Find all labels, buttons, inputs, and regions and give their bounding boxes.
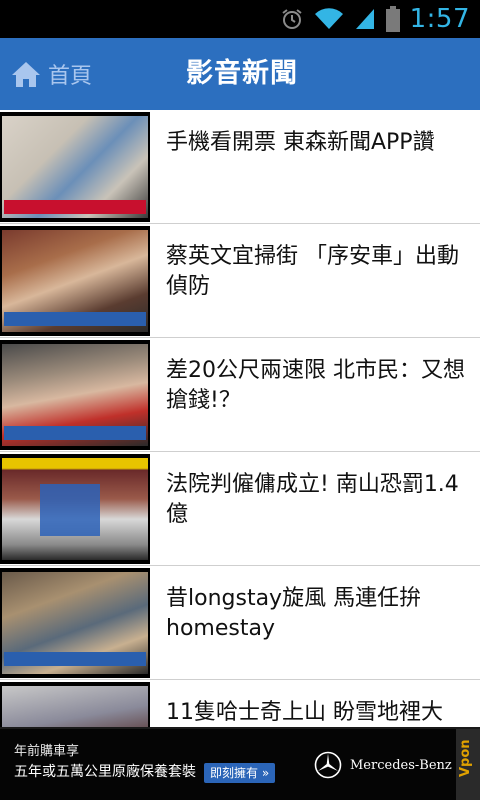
news-item[interactable]: 差20公尺兩速限 北市民：又想搶錢!？ — [0, 338, 480, 452]
battery-icon — [385, 6, 400, 32]
news-item[interactable]: 法院判僱傭成立! 南山恐罰1.4億 — [0, 452, 480, 566]
wifi-icon — [314, 8, 343, 30]
ad-headline: 年前購車享 — [14, 744, 80, 759]
news-title: 法院判僱傭成立! 南山恐罰1.4億 — [166, 472, 459, 527]
ad-copy: 年前購車享 五年或五萬公里原廠保養套裝 — [14, 743, 196, 783]
status-bar: 1:57 — [0, 0, 480, 38]
news-title: 手機看開票 東森新聞APP讚 — [166, 130, 435, 155]
signal-icon — [355, 9, 374, 29]
news-thumbnail — [0, 340, 150, 450]
home-label: 首頁 — [48, 64, 93, 89]
ad-offer: 五年或五萬公里原廠保養套裝 — [14, 764, 196, 780]
ad-cta-button[interactable]: 即刻擁有 » — [204, 763, 276, 783]
ad-network-label: Vpon — [458, 739, 473, 777]
news-thumbnail — [0, 568, 150, 678]
ad-banner[interactable]: 年前購車享 五年或五萬公里原廠保養套裝 即刻擁有 » Mercedes-Benz… — [0, 727, 480, 800]
news-thumbnail — [0, 682, 150, 727]
news-item[interactable]: 昔longstay旋風 馬連任拚homestay — [0, 566, 480, 680]
news-thumbnail — [0, 112, 150, 222]
news-item[interactable]: 蔡英文宜掃街 「序安車」出動偵防 — [0, 224, 480, 338]
news-title: 11隻哈士奇上山 盼雪地裡大 — [166, 700, 443, 725]
news-thumbnail — [0, 226, 150, 336]
news-title: 差20公尺兩速限 北市民：又想搶錢!？ — [166, 358, 465, 413]
news-item[interactable]: 11隻哈士奇上山 盼雪地裡大 — [0, 680, 480, 727]
mercedes-star-icon — [314, 751, 342, 779]
news-item[interactable]: 手機看開票 東森新聞APP讚 — [0, 110, 480, 224]
ad-brand: Mercedes-Benz — [314, 751, 452, 779]
home-button[interactable]: 首頁 — [10, 38, 92, 110]
ad-brand-name: Mercedes-Benz — [350, 757, 452, 773]
ad-network-tag: Vpon — [456, 729, 480, 800]
news-title: 蔡英文宜掃街 「序安車」出動偵防 — [166, 244, 459, 299]
alarm-icon — [282, 9, 302, 29]
news-list[interactable]: 手機看開票 東森新聞APP讚 蔡英文宜掃街 「序安車」出動偵防 差20公尺兩速限… — [0, 110, 480, 727]
page-title: 影音新聞 — [186, 58, 298, 89]
news-thumbnail — [0, 454, 150, 564]
home-icon — [12, 62, 40, 87]
news-title: 昔longstay旋風 馬連任拚homestay — [166, 586, 422, 641]
status-icons: 1:57 — [280, 0, 470, 38]
status-time: 1:57 — [409, 4, 470, 34]
app-bar: 首頁 影音新聞 — [0, 38, 480, 110]
